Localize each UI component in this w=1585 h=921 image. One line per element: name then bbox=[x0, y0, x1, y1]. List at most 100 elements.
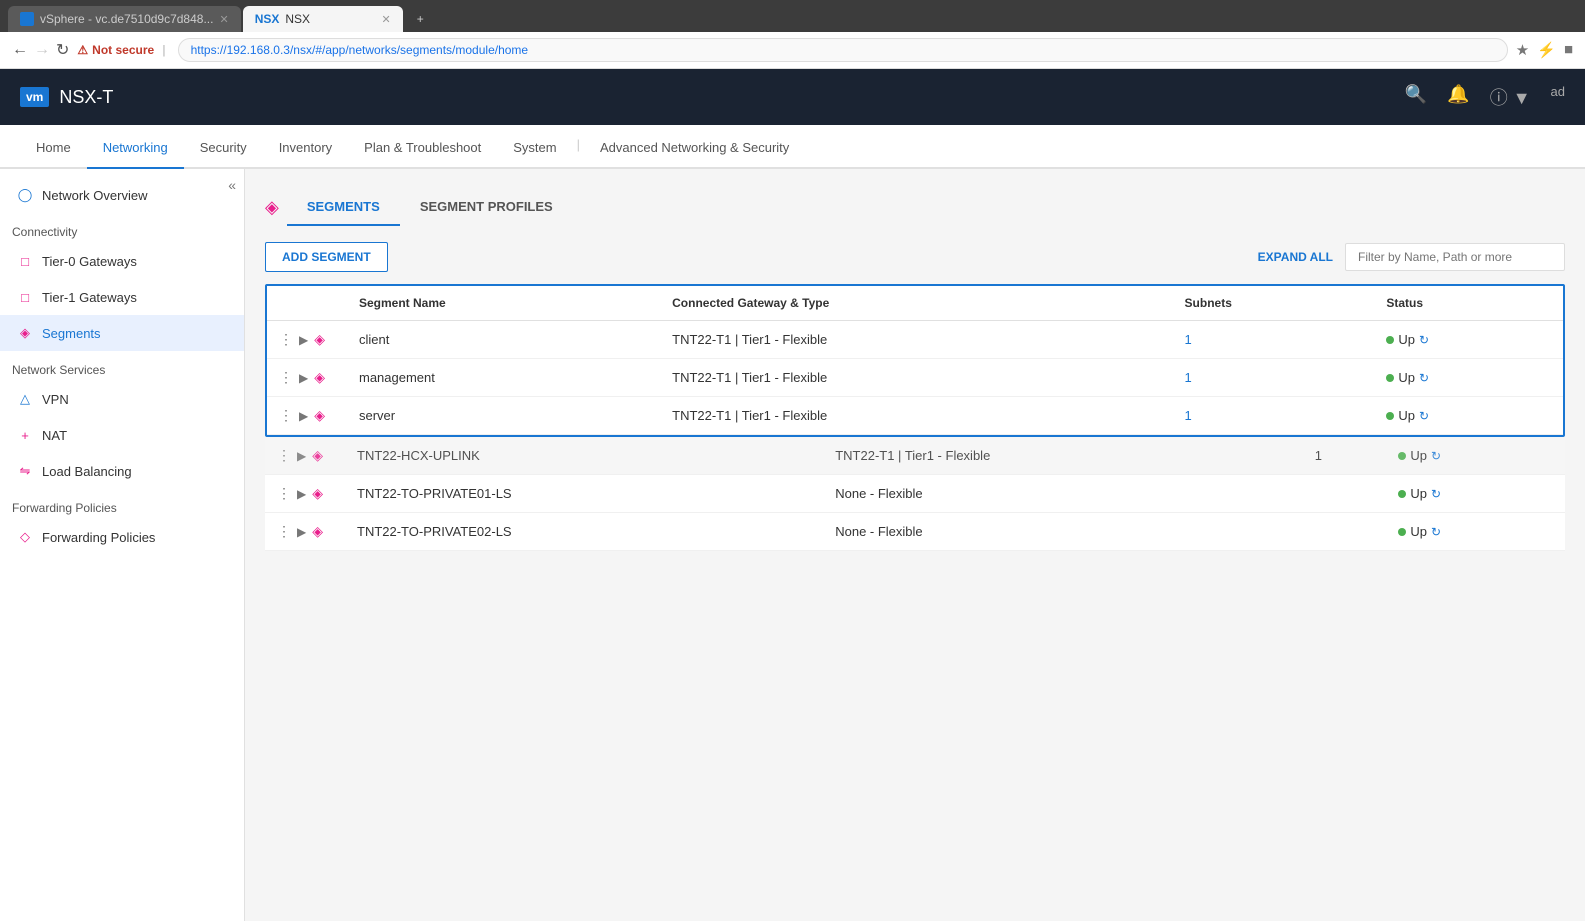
nav-inventory[interactable]: Inventory bbox=[263, 128, 348, 169]
subnet-link-management[interactable]: 1 bbox=[1185, 370, 1192, 385]
expand-arrow-priv02[interactable]: ▶ bbox=[297, 525, 306, 539]
col-actions bbox=[267, 286, 347, 321]
help-icon[interactable]: ⓘ ▼ bbox=[1490, 84, 1531, 110]
cell-status-hcx: Up ↻ bbox=[1386, 437, 1565, 475]
filter-input[interactable] bbox=[1345, 243, 1565, 271]
nsx-tab-close[interactable]: ✕ bbox=[381, 13, 390, 26]
expand-arrow-server[interactable]: ▶ bbox=[299, 409, 308, 423]
reload-button[interactable]: ↻ bbox=[56, 40, 69, 60]
back-button[interactable]: ← bbox=[12, 40, 28, 60]
address-bar-icons: ★ ⚡ ■ bbox=[1516, 41, 1573, 59]
sidebar-section-network-services: Network Services bbox=[0, 351, 244, 381]
sidebar-label-forwarding: Forwarding Policies bbox=[42, 530, 155, 545]
new-tab-button[interactable]: + bbox=[405, 6, 436, 32]
cell-subnets-priv01 bbox=[1303, 475, 1387, 513]
sidebar-collapse-button[interactable]: « bbox=[228, 177, 236, 193]
cell-gateway-server: TNT22-T1 | Tier1 - Flexible bbox=[660, 397, 1172, 435]
nav-advanced[interactable]: Advanced Networking & Security bbox=[584, 128, 805, 169]
sidebar-label-segments: Segments bbox=[42, 326, 101, 341]
tab-segment-profiles[interactable]: SEGMENT PROFILES bbox=[400, 189, 573, 226]
profile-icon[interactable]: ■ bbox=[1564, 41, 1573, 59]
status-dot-priv02 bbox=[1398, 528, 1406, 536]
refresh-icon-server[interactable]: ↻ bbox=[1419, 409, 1429, 423]
cell-name-client: client bbox=[347, 321, 660, 359]
bell-icon[interactable]: 🔔 bbox=[1447, 84, 1469, 110]
sidebar-item-nat[interactable]: + NAT bbox=[0, 417, 244, 453]
network-overview-icon: ◯ bbox=[16, 186, 34, 204]
vsphere-tab-close[interactable]: ✕ bbox=[219, 13, 228, 26]
status-label-priv02: Up bbox=[1410, 524, 1427, 539]
refresh-icon-hcx[interactable]: ↻ bbox=[1431, 449, 1441, 463]
segment-table: Segment Name Connected Gateway & Type Su… bbox=[267, 286, 1563, 435]
segment-icon-hcx: ◈ bbox=[312, 447, 323, 464]
sidebar-item-tier0[interactable]: □ Tier-0 Gateways bbox=[0, 243, 244, 279]
nav-system[interactable]: System bbox=[497, 128, 572, 169]
row-actions-priv02: ⋮ ▶ ◈ bbox=[265, 513, 345, 551]
segment-icon-priv01: ◈ bbox=[312, 485, 323, 502]
refresh-icon-priv02[interactable]: ↻ bbox=[1431, 525, 1441, 539]
refresh-icon-management[interactable]: ↻ bbox=[1419, 371, 1429, 385]
refresh-icon-client[interactable]: ↻ bbox=[1419, 333, 1429, 347]
cell-status-client: Up ↻ bbox=[1374, 321, 1563, 359]
sidebar-item-forwarding[interactable]: ◇ Forwarding Policies bbox=[0, 519, 244, 555]
status-dot-client bbox=[1386, 336, 1394, 344]
expand-arrow-client[interactable]: ▶ bbox=[299, 333, 308, 347]
status-label-management: Up bbox=[1398, 370, 1415, 385]
app-title: NSX-T bbox=[59, 87, 113, 108]
url-bar[interactable]: https://192.168.0.3/nsx/#/app/networks/s… bbox=[178, 38, 1508, 62]
subnet-link-client[interactable]: 1 bbox=[1185, 332, 1192, 347]
nav-home[interactable]: Home bbox=[20, 128, 87, 169]
segment-icon-server: ◈ bbox=[314, 407, 325, 424]
segments-sidebar-icon: ◈ bbox=[16, 324, 34, 342]
segment-icon-priv02: ◈ bbox=[312, 523, 323, 540]
dots-menu-client[interactable]: ⋮ bbox=[279, 331, 293, 348]
expand-arrow-priv01[interactable]: ▶ bbox=[297, 487, 306, 501]
cell-name-priv01: TNT22-TO-PRIVATE01-LS bbox=[345, 475, 823, 513]
search-icon[interactable]: 🔍 bbox=[1405, 84, 1427, 110]
main-layout: « ◯ Network Overview Connectivity □ Tier… bbox=[0, 169, 1585, 921]
nav-networking[interactable]: Networking bbox=[87, 128, 184, 169]
expand-arrow-management[interactable]: ▶ bbox=[299, 371, 308, 385]
nat-icon: + bbox=[16, 426, 34, 444]
nav-security[interactable]: Security bbox=[184, 128, 263, 169]
table-row: ⋮ ▶ ◈ TNT22-HCX-UPLINK TNT22-T1 | Tier1 … bbox=[265, 437, 1565, 475]
nav-separator: | bbox=[573, 123, 584, 167]
dots-menu-priv02[interactable]: ⋮ bbox=[277, 523, 291, 540]
expand-arrow-hcx[interactable]: ▶ bbox=[297, 449, 306, 463]
forward-button[interactable]: → bbox=[34, 40, 50, 60]
status-label-priv01: Up bbox=[1410, 486, 1427, 501]
sidebar-label-tier1: Tier-1 Gateways bbox=[42, 290, 137, 305]
row-actions-client: ⋮ ▶ ◈ bbox=[267, 321, 347, 359]
sidebar-item-vpn[interactable]: △ VPN bbox=[0, 381, 244, 417]
cell-name-hcx: TNT22-HCX-UPLINK bbox=[345, 437, 823, 475]
status-dot-server bbox=[1386, 412, 1394, 420]
security-label: Not secure bbox=[92, 43, 154, 57]
bookmark-icon[interactable]: ★ bbox=[1516, 41, 1529, 59]
browser-tab-vsphere[interactable]: vSphere - vc.de7510d9c7d848... ✕ bbox=[8, 6, 241, 32]
sidebar-item-network-overview[interactable]: ◯ Network Overview bbox=[0, 177, 244, 213]
browser-tab-nsx[interactable]: NSX NSX ✕ bbox=[243, 6, 403, 32]
dots-menu-hcx[interactable]: ⋮ bbox=[277, 447, 291, 464]
expand-all-button[interactable]: EXPAND ALL bbox=[1258, 250, 1333, 264]
subnet-link-server[interactable]: 1 bbox=[1185, 408, 1192, 423]
security-badge: ⚠ Not secure | bbox=[77, 43, 169, 57]
tier1-icon: □ bbox=[16, 288, 34, 306]
user-icon[interactable]: ad bbox=[1551, 84, 1565, 110]
tab-segments[interactable]: SEGMENTS bbox=[287, 189, 400, 226]
refresh-icon-priv01[interactable]: ↻ bbox=[1431, 487, 1441, 501]
toolbar: ADD SEGMENT EXPAND ALL bbox=[265, 242, 1565, 272]
sidebar-item-tier1[interactable]: □ Tier-1 Gateways bbox=[0, 279, 244, 315]
sidebar-item-load-balancing[interactable]: ⇋ Load Balancing bbox=[0, 453, 244, 489]
dots-menu-management[interactable]: ⋮ bbox=[279, 369, 293, 386]
dots-menu-priv01[interactable]: ⋮ bbox=[277, 485, 291, 502]
add-segment-button[interactable]: ADD SEGMENT bbox=[265, 242, 388, 272]
extension-icon[interactable]: ⚡ bbox=[1537, 41, 1556, 59]
status-label-server: Up bbox=[1398, 408, 1415, 423]
sidebar-label-lb: Load Balancing bbox=[42, 464, 132, 479]
sidebar-item-segments[interactable]: ◈ Segments bbox=[0, 315, 244, 351]
status-label-hcx: Up bbox=[1410, 448, 1427, 463]
nav-plan[interactable]: Plan & Troubleshoot bbox=[348, 128, 497, 169]
segment-icon-management: ◈ bbox=[314, 369, 325, 386]
dots-menu-server[interactable]: ⋮ bbox=[279, 407, 293, 424]
vsphere-tab-icon bbox=[20, 12, 34, 26]
